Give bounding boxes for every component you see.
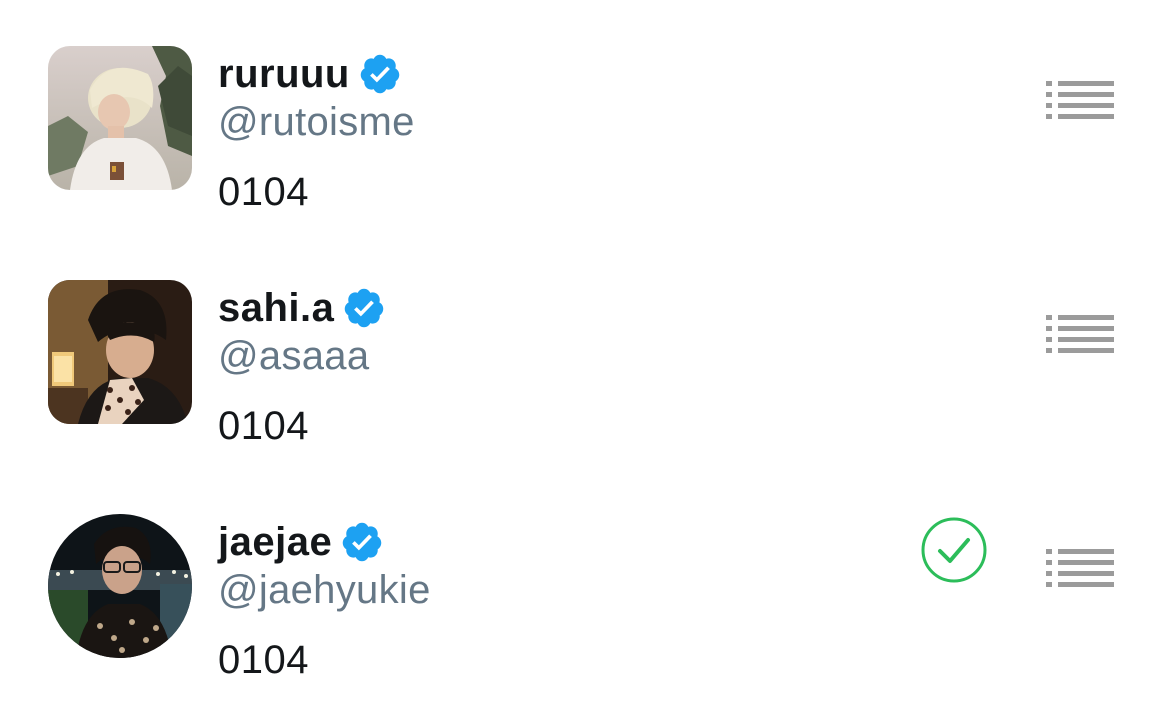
list-icon[interactable] [1046, 548, 1114, 588]
name-line: sahi.a [218, 284, 386, 332]
name-line: jaejae [218, 518, 384, 566]
display-name[interactable]: sahi.a [218, 286, 334, 331]
user-bio: 0104 [218, 170, 309, 214]
user-handle[interactable]: @jaehyukie [218, 568, 431, 613]
user-handle[interactable]: @rutoisme [218, 100, 415, 145]
list-icon[interactable] [1046, 314, 1114, 354]
added-check-icon[interactable] [920, 516, 988, 584]
user-handle[interactable]: @asaaa [218, 334, 369, 379]
verified-badge-icon [340, 520, 384, 564]
list-item[interactable]: jaejae @jaehyukie 0104 [0, 468, 1170, 702]
avatar[interactable] [48, 280, 192, 424]
avatar-photo [48, 46, 192, 190]
list-icon[interactable] [1046, 80, 1114, 120]
display-name[interactable]: ruruuu [218, 52, 350, 97]
list-item[interactable]: ruruuu @rutoisme 0104 [0, 0, 1170, 234]
user-bio: 0104 [218, 638, 309, 682]
avatar-photo [48, 514, 192, 658]
name-line: ruruuu [218, 50, 402, 98]
user-bio: 0104 [218, 404, 309, 448]
display-name[interactable]: jaejae [218, 520, 332, 565]
verified-badge-icon [358, 52, 402, 96]
avatar[interactable] [48, 46, 192, 190]
verified-badge-icon [342, 286, 386, 330]
user-list: ruruuu @rutoisme 0104 sahi.a @asaaa 0104… [0, 0, 1170, 724]
avatar[interactable] [48, 514, 192, 658]
list-item[interactable]: sahi.a @asaaa 0104 [0, 234, 1170, 468]
avatar-photo [48, 280, 192, 424]
